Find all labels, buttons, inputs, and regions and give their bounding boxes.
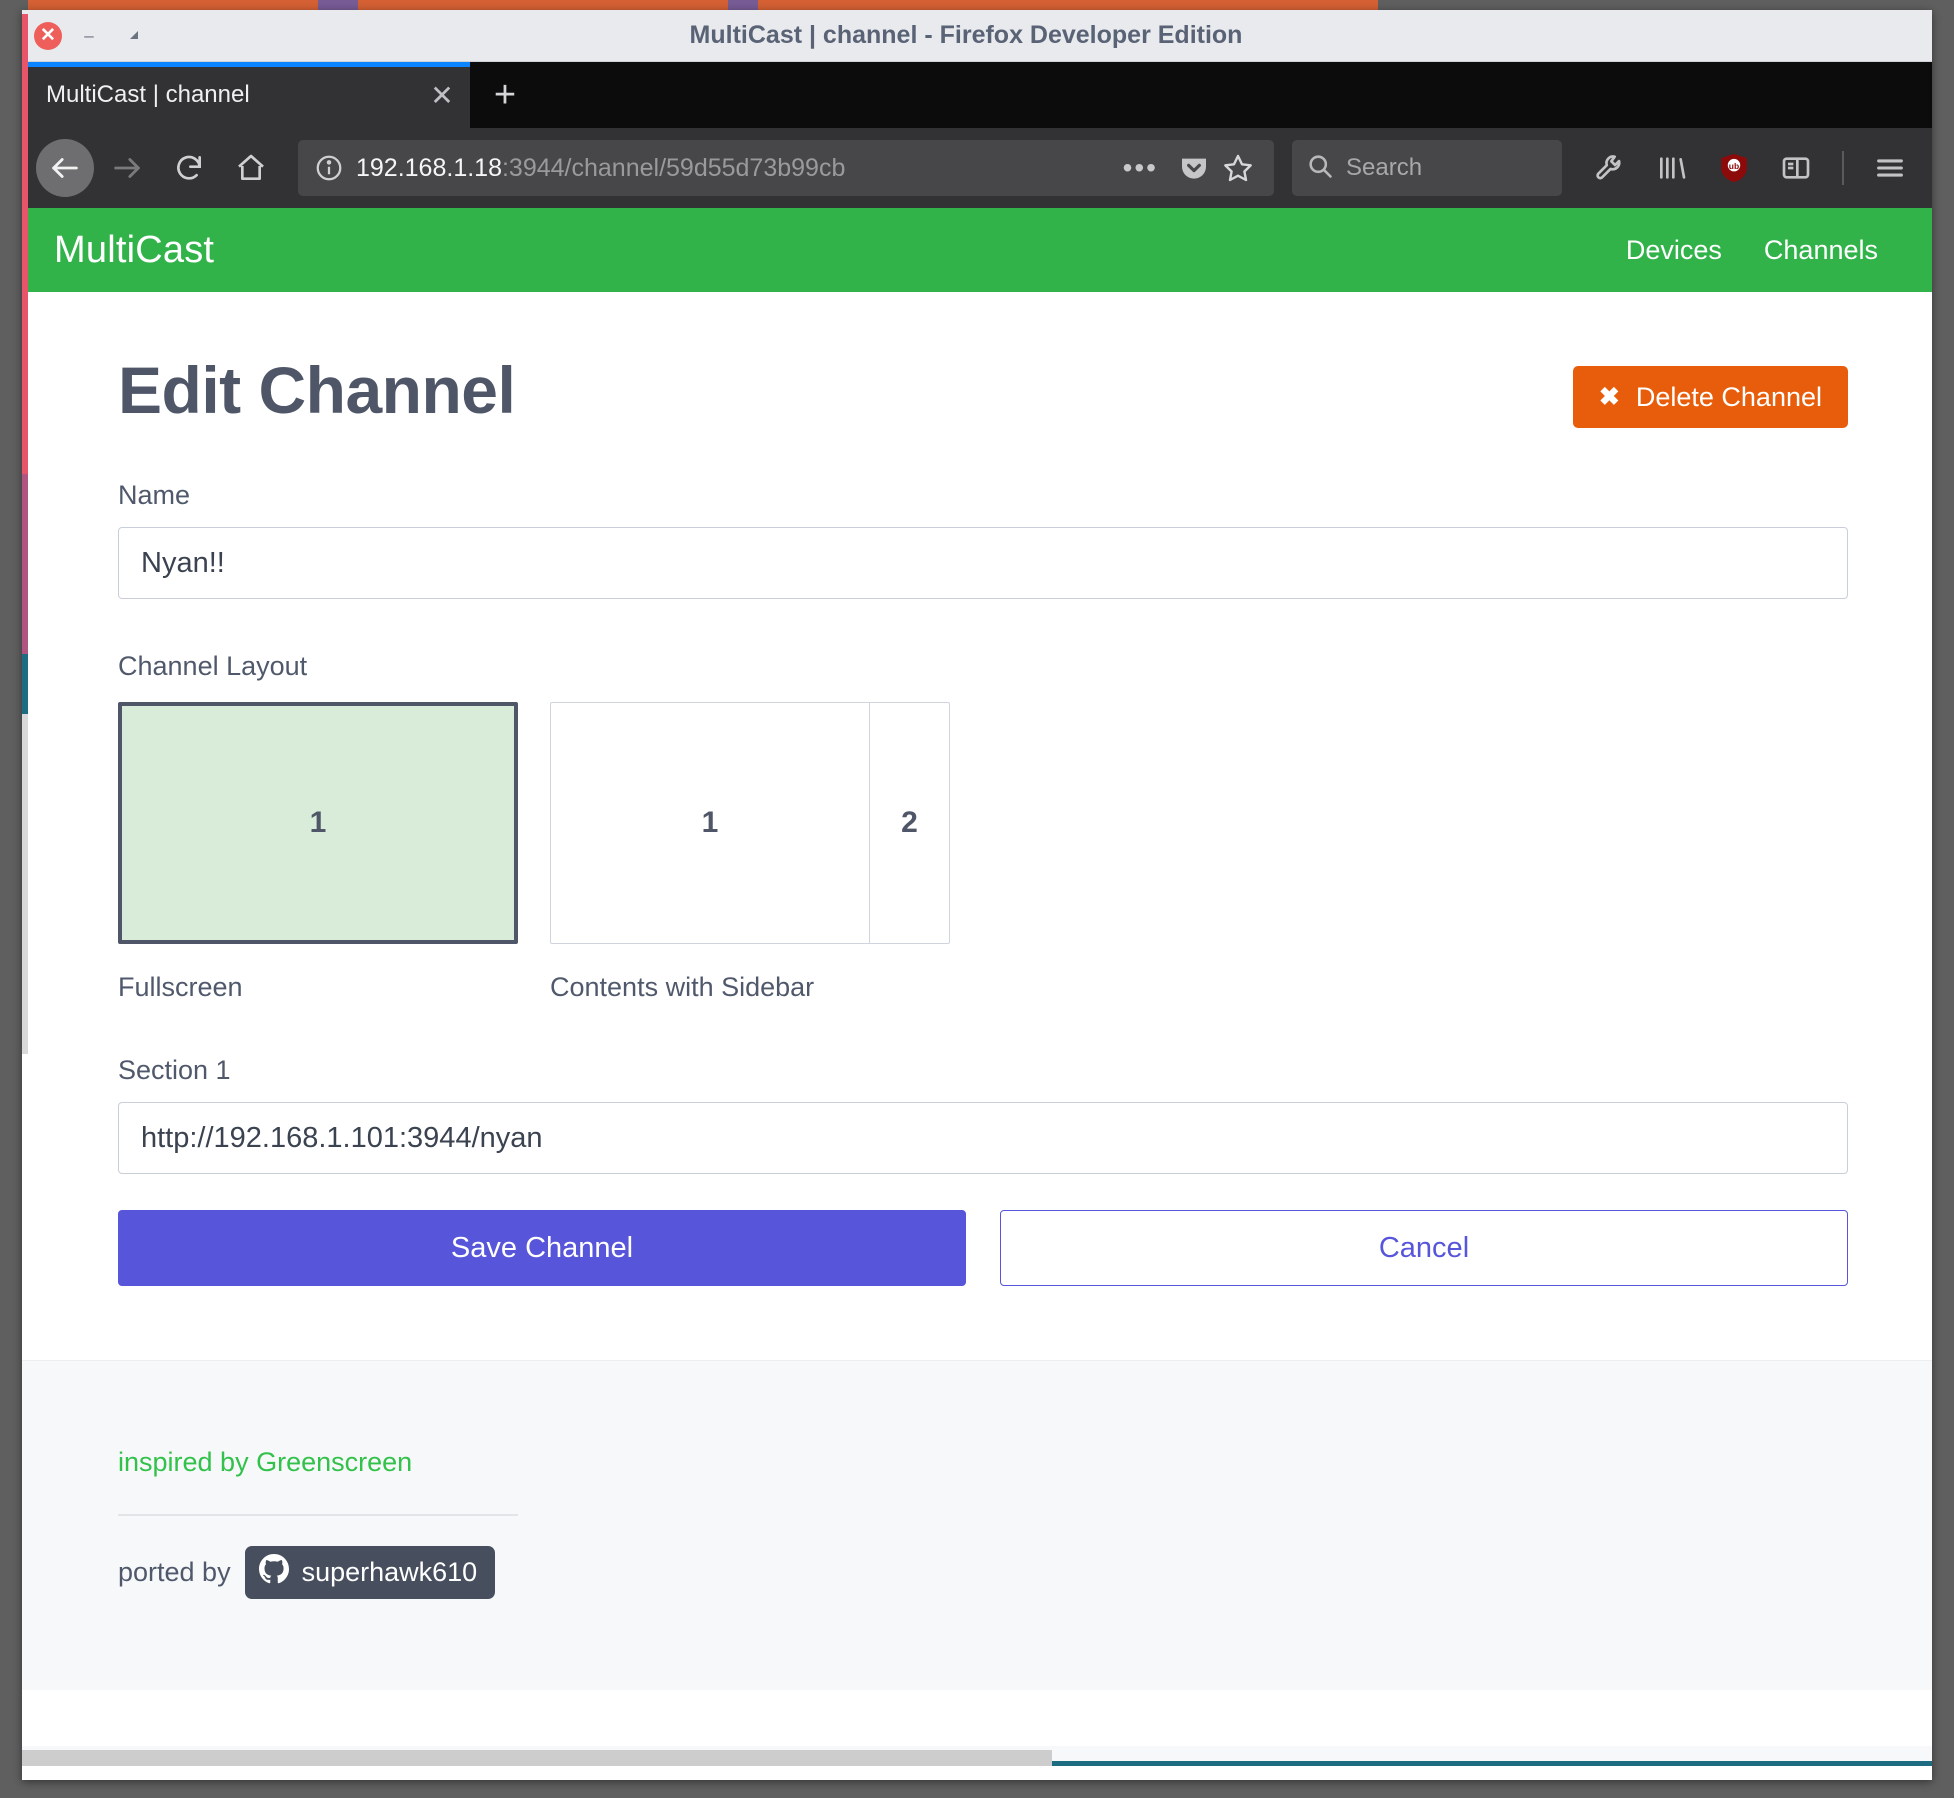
form-actions: Save Channel Cancel: [118, 1210, 1848, 1286]
tab-close-icon[interactable]: ✕: [414, 62, 470, 128]
site-nav-links: Devices Channels: [1626, 235, 1898, 266]
github-icon: [258, 1554, 289, 1591]
delete-channel-label: Delete Channel: [1635, 381, 1822, 412]
search-bar[interactable]: Search: [1292, 140, 1562, 196]
tab-label: MultiCast | channel: [46, 81, 250, 108]
browser-tab-multicast[interactable]: MultiCast | channel ✕: [22, 62, 470, 128]
footer-divider: [118, 1514, 518, 1516]
pocket-icon[interactable]: [1172, 152, 1216, 184]
library-icon[interactable]: [1644, 140, 1700, 196]
content-container: Edit Channel ✖ Delete Channel Name Chann…: [22, 292, 1932, 1286]
url-bar[interactable]: 192.168.1.18:3944/channel/59d55d73b99cb …: [298, 140, 1274, 196]
reload-icon[interactable]: [160, 139, 218, 197]
inspired-by-link[interactable]: inspired by Greenscreen: [118, 1447, 412, 1477]
cancel-button[interactable]: Cancel: [1000, 1210, 1848, 1286]
toolbar-divider: [1842, 151, 1844, 185]
sidebar-icon[interactable]: [1768, 140, 1824, 196]
section-1-label: Section 1: [118, 1055, 231, 1085]
maximize-icon[interactable]: [116, 19, 150, 53]
section-1-input[interactable]: [118, 1102, 1848, 1174]
search-icon: [1306, 152, 1334, 185]
layout-option-fullscreen[interactable]: 1 Fullscreen: [118, 702, 518, 1003]
search-placeholder: Search: [1346, 154, 1423, 181]
page-actions-icon[interactable]: •••: [1109, 152, 1172, 184]
page-title: Edit Channel: [118, 353, 516, 427]
layout-cell-1: 1: [701, 806, 719, 839]
layout-field-label: Channel Layout: [118, 651, 308, 681]
layout-options: 1 Fullscreen 1 2 Contents with Sidebar: [118, 702, 1848, 1003]
ublock-origin-icon[interactable]: ub: [1706, 140, 1762, 196]
new-tab-button[interactable]: +: [470, 62, 540, 128]
forward-arrow-icon[interactable]: [98, 139, 156, 197]
url-text: 192.168.1.18:3944/channel/59d55d73b99cb: [356, 154, 1109, 183]
github-username: superhawk610: [301, 1557, 478, 1587]
browser-toolbar: 192.168.1.18:3944/channel/59d55d73b99cb …: [22, 128, 1932, 208]
layout-cell-1: 1: [309, 806, 327, 839]
tab-strip: MultiCast | channel ✕ +: [22, 62, 1932, 128]
close-x-icon: ✖: [1598, 383, 1620, 411]
name-input[interactable]: [118, 527, 1848, 599]
star-icon[interactable]: [1216, 152, 1260, 184]
github-user-badge[interactable]: superhawk610: [244, 1546, 496, 1599]
window-left-edge-accent: [22, 14, 28, 1054]
layout-caption-sidebar: Contents with Sidebar: [550, 972, 815, 1002]
name-field-label: Name: [118, 480, 191, 510]
url-host: 192.168.1.18: [356, 153, 502, 182]
page-footer: inspired by Greenscreen ported by superh…: [22, 1360, 1932, 1690]
save-channel-button[interactable]: Save Channel: [118, 1210, 966, 1286]
site-brand[interactable]: MultiCast: [54, 229, 214, 272]
layout-preview-fullscreen: 1: [118, 702, 518, 944]
toolbar-icon-group: ub: [1582, 140, 1918, 196]
firefox-window: ✕ – MultiCast | channel - Firefox Develo…: [22, 10, 1932, 1780]
page-viewport: MultiCast Devices Channels Edit Channel …: [22, 208, 1932, 1766]
delete-channel-button[interactable]: ✖ Delete Channel: [1572, 366, 1848, 428]
page-body: Edit Channel ✖ Delete Channel Name Chann…: [22, 292, 1932, 1690]
hamburger-menu-icon[interactable]: [1862, 140, 1918, 196]
ported-by-label: ported by: [118, 1557, 231, 1587]
desktop-background: ✕ – MultiCast | channel - Firefox Develo…: [0, 0, 1954, 1798]
wrench-icon[interactable]: [1582, 140, 1638, 196]
home-icon[interactable]: [222, 139, 280, 197]
minimize-icon[interactable]: –: [72, 19, 106, 53]
window-title: MultiCast | channel - Firefox Developer …: [689, 21, 1243, 49]
layout-option-sidebar[interactable]: 1 2 Contents with Sidebar: [550, 702, 950, 1003]
scrollbar-thumb[interactable]: [22, 1750, 1052, 1766]
layout-preview-sidebar: 1 2: [550, 702, 950, 944]
layout-caption-fullscreen: Fullscreen: [118, 972, 243, 1002]
site-navbar: MultiCast Devices Channels: [22, 208, 1932, 292]
url-path: :3944/channel/59d55d73b99cb: [501, 153, 846, 182]
window-bottom-accent: [1052, 1761, 1932, 1766]
back-arrow-icon[interactable]: [36, 139, 94, 197]
window-titlebar: ✕ – MultiCast | channel - Firefox Develo…: [22, 10, 1932, 62]
page-header: Edit Channel ✖ Delete Channel: [118, 352, 1848, 428]
close-icon[interactable]: ✕: [34, 21, 62, 50]
svg-text:ub: ub: [1729, 161, 1739, 171]
nav-link-devices[interactable]: Devices: [1626, 235, 1722, 266]
nav-link-channels[interactable]: Channels: [1764, 235, 1878, 266]
ported-by-row: ported by superhawk610: [118, 1546, 1836, 1599]
layout-cell-2: 2: [869, 703, 949, 943]
info-circle-icon[interactable]: [312, 151, 346, 185]
